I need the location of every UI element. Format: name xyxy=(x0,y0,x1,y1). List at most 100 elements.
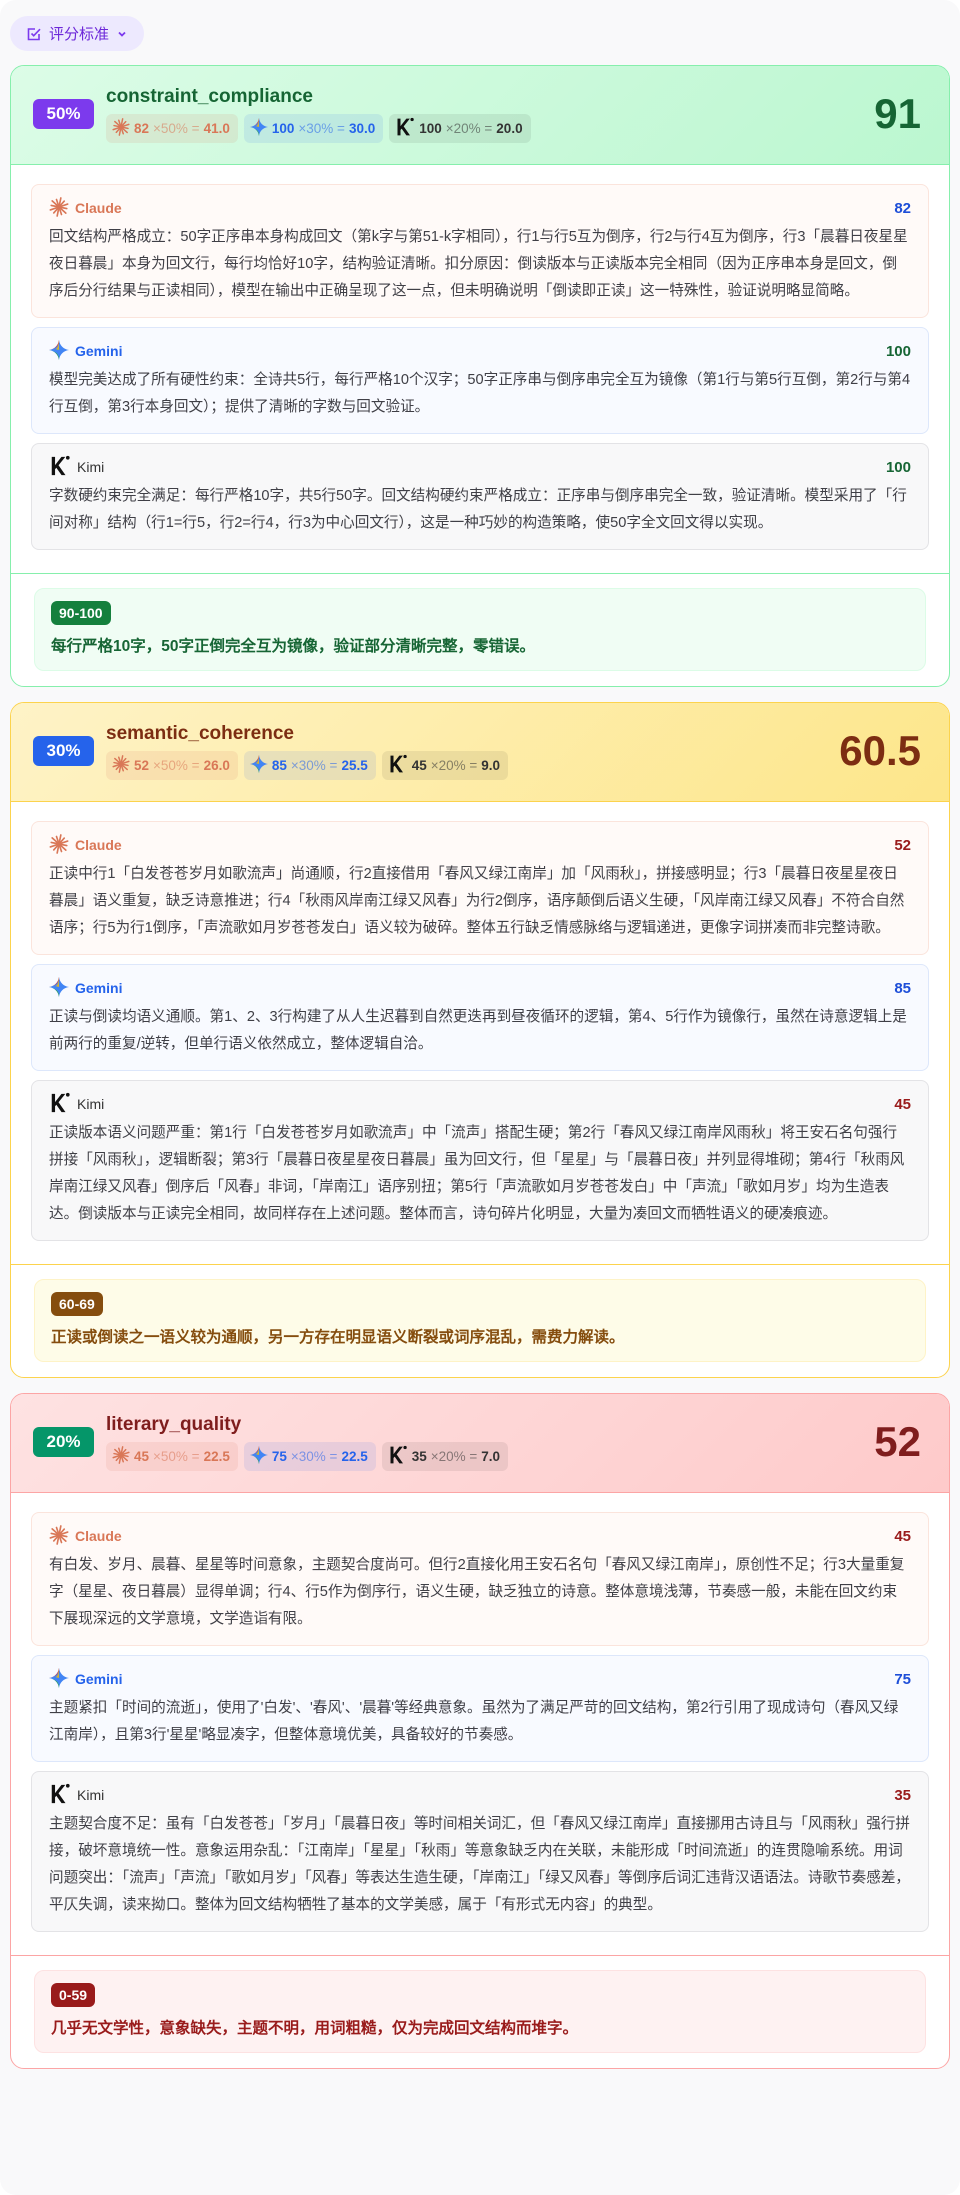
score-breakdown: 45 ×50% = 22.5 75 ×30% = 22.5 35 ×20% = 7.0 xyxy=(106,1441,874,1471)
breakdown-chip-claude: 82 ×50% = 41.0 xyxy=(106,113,238,143)
chip-score: 100 xyxy=(271,120,295,136)
judge-card-gemini: Gemini 100 模型完美达成了所有硬性约束：全诗共5行，每行严格10个汉字；5… xyxy=(31,327,929,434)
judge-score: 45 xyxy=(894,1527,911,1545)
judge-model: Gemini xyxy=(49,1667,122,1691)
breakdown-chip-claude: 52 ×50% = 26.0 xyxy=(106,750,238,780)
gemini-logo-icon xyxy=(249,754,268,776)
chip-score: 82 xyxy=(134,120,150,136)
judge-card-kimi: Kimi 100 字数硬约束完全满足：每行严格10字，共5行50字。回文结构硬约束严… xyxy=(31,443,929,550)
judge-rationale: 回文结构严格成立：50字正序串本身构成回文（第k字与第51-k字相同），行1与行… xyxy=(49,229,908,299)
chip-result: 26.0 xyxy=(203,757,230,773)
claude-logo-icon xyxy=(49,1524,69,1548)
chip-score: 85 xyxy=(271,757,287,773)
chip-score: 100 xyxy=(419,120,442,136)
judge-name: Claude xyxy=(75,1528,122,1544)
weight-badge: 30% xyxy=(33,736,94,766)
chip-score: 52 xyxy=(134,757,150,773)
chip-result: 41.0 xyxy=(203,120,230,136)
judge-rationale: 模型完美达成了所有硬性约束：全诗共5行，每行严格10个汉字；50字正序串与倒序串… xyxy=(49,372,911,415)
claude-logo-icon xyxy=(112,117,130,139)
breakdown-chip-gemini: 85 ×30% = 25.5 xyxy=(243,750,376,780)
breakdown-chip-gemini: 75 ×30% = 22.5 xyxy=(243,1441,376,1471)
judge-model: Kimi xyxy=(49,1783,104,1808)
rubric-section: 90-100 每行严格10字，50字正倒完全互为镜像，验证部分清晰完整，零错误。 xyxy=(11,573,949,686)
chip-score: 45 xyxy=(134,1448,150,1464)
judge-score: 100 xyxy=(885,342,911,360)
judge-card-claude: Claude 52 正读中行1「白发苍苍岁月如歌流声」尚通顺，行2直接借用「春风又绿… xyxy=(31,821,929,955)
criterion-name: semantic_coherence xyxy=(106,722,294,744)
judge-card-header: Kimi 100 xyxy=(49,454,911,480)
rubric-description: 每行严格10字，50字正倒完全互为镜像，验证部分清晰完整，零错误。 xyxy=(51,638,535,655)
judge-score: 75 xyxy=(894,1670,911,1688)
chip-score: 75 xyxy=(271,1448,287,1464)
breakdown-chip-kimi: 35 ×20% = 7.0 xyxy=(381,1441,509,1471)
chevron-down-icon xyxy=(116,28,128,40)
judge-score: 45 xyxy=(894,1095,911,1113)
gemini-logo-icon xyxy=(249,117,268,139)
breakdown-chip-kimi: 45 ×20% = 9.0 xyxy=(381,750,509,780)
kimi-logo-icon xyxy=(388,754,408,777)
judge-score: 35 xyxy=(894,1786,911,1804)
judge-card-kimi: Kimi 35 主题契合度不足：虽有「白发苍苍」「岁月」「晨暮日夜」等时间相关词汇，… xyxy=(31,1771,929,1932)
judge-card-header: Claude 52 xyxy=(49,832,911,858)
chip-multiplier: ×50% = xyxy=(153,1448,200,1464)
chip-score: 35 xyxy=(411,1448,427,1464)
judge-card-claude: Claude 45 有白发、岁月、晨暮、星星等时间意象，主题契合度尚可。但行2直接化… xyxy=(31,1512,929,1646)
rubric-range-badge: 60-69 xyxy=(51,1292,103,1316)
judge-model: Kimi xyxy=(49,455,104,480)
criterion-section: 20% literary_quality 45 ×50% = 22.5 75 ×30% = 2… xyxy=(10,1393,950,2069)
judge-model: Claude xyxy=(49,1524,122,1548)
criterion-total-score: 91 xyxy=(874,90,921,137)
judge-model: Claude xyxy=(49,196,122,220)
kimi-logo-icon xyxy=(49,1092,71,1117)
judge-model: Gemini xyxy=(49,976,123,1000)
judge-card-claude: Claude 82 回文结构严格成立：50字正序串本身构成回文（第k字与第51-k字… xyxy=(31,184,929,318)
chip-multiplier: ×30% = xyxy=(290,1448,338,1464)
judge-card-header: Claude 82 xyxy=(49,195,911,221)
chip-multiplier: ×30% = xyxy=(298,120,345,136)
judge-rationale: 字数硬约束完全满足：每行严格10字，共5行50字。回文结构硬约束严格成立：正序串… xyxy=(49,488,907,531)
judge-name: Claude xyxy=(75,837,122,853)
criterion-info: constraint_compliance 82 ×50% = 41.0 100 ×30%… xyxy=(106,86,874,143)
judge-cards: Claude 82 回文结构严格成立：50字正序串本身构成回文（第k字与第51-k字… xyxy=(11,165,949,573)
claude-logo-icon xyxy=(49,196,69,220)
judge-card-header: Claude 45 xyxy=(49,1523,911,1549)
chip-result: 20.0 xyxy=(496,120,523,136)
criterion-section: 50% constraint_compliance 82 ×50% = 41.0 100 ×… xyxy=(10,65,950,687)
judge-cards: Claude 52 正读中行1「白发苍苍岁月如歌流声」尚通顺，行2直接借用「春风又绿… xyxy=(11,802,949,1264)
claude-logo-icon xyxy=(49,833,69,857)
judge-cards: Claude 45 有白发、岁月、晨暮、星星等时间意象，主题契合度尚可。但行2直接化… xyxy=(11,1493,949,1955)
criterion-name: constraint_compliance xyxy=(106,85,313,107)
judge-name: Gemini xyxy=(75,343,123,359)
kimi-logo-icon xyxy=(49,455,71,480)
chip-result: 30.0 xyxy=(348,120,376,136)
judge-score: 85 xyxy=(894,979,911,997)
rubric-section: 60-69 正读或倒读之一语义较为通顺，另一方存在明显语义断裂或词序混乱，需费力解… xyxy=(11,1264,949,1377)
chip-result: 9.0 xyxy=(481,757,501,773)
judge-card-gemini: Gemini 85 正读与倒读均语义通顺。第1、2、3行构建了从人生迟暮到自然更迭再… xyxy=(31,964,929,1071)
gemini-logo-icon xyxy=(49,976,69,1000)
chip-multiplier: ×20% = xyxy=(445,120,493,136)
judge-score: 82 xyxy=(894,199,911,217)
judge-rationale: 正读版本语义问题严重：第1行「白发苍苍岁月如歌流声」中「流声」搭配生硬；第2行「… xyxy=(49,1125,905,1222)
judge-name: Gemini xyxy=(75,980,123,996)
gemini-logo-icon xyxy=(49,1667,69,1691)
rubric-description: 几乎无文学性，意象缺失，主题不明，用词粗糙，仅为完成回文结构而堆字。 xyxy=(51,2020,579,2037)
chip-multiplier: ×30% = xyxy=(290,757,338,773)
judge-score: 100 xyxy=(885,458,911,476)
judge-rationale: 正读与倒读均语义通顺。第1、2、3行构建了从人生迟暮到自然更迭再到昼夜循环的逻辑… xyxy=(49,1009,907,1052)
chip-multiplier: ×20% = xyxy=(430,757,478,773)
judge-card-header: Kimi 35 xyxy=(49,1782,911,1808)
rubric-toggle-button[interactable]: 评分标准 xyxy=(10,16,145,51)
claude-logo-icon xyxy=(112,754,130,776)
judge-card-header: Kimi 45 xyxy=(49,1091,911,1117)
chip-multiplier: ×20% = xyxy=(430,1448,478,1464)
criterion-name: literary_quality xyxy=(106,1413,242,1435)
judge-rationale: 正读中行1「白发苍苍岁月如歌流声」尚通顺，行2直接借用「春风又绿江南岸」加「风雨… xyxy=(49,866,905,936)
chip-result: 7.0 xyxy=(481,1448,501,1464)
judge-card-header: Gemini 100 xyxy=(49,338,911,364)
criterion-header: 50% constraint_compliance 82 ×50% = 41.0 100 ×… xyxy=(11,66,949,165)
criteria-list: 50% constraint_compliance 82 ×50% = 41.0 100 ×… xyxy=(10,65,950,2069)
score-breakdown: 82 ×50% = 41.0 100 ×30% = 30.0 100 ×20% = 20.0 xyxy=(106,113,874,143)
judge-card-header: Gemini 75 xyxy=(49,1666,911,1692)
